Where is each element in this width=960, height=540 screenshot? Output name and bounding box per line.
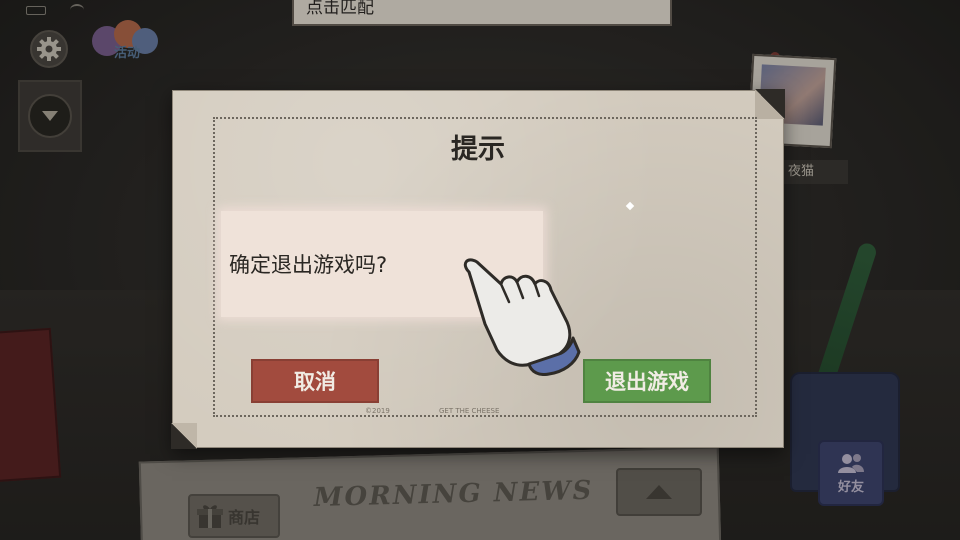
paper-corner-fold [171, 423, 197, 449]
cancel-button[interactable]: 取消 [251, 359, 379, 403]
pointing-hand-icon [463, 258, 581, 376]
dialog-message: 确定退出游戏吗? [229, 253, 388, 277]
exit-game-button[interactable]: 退出游戏 [583, 359, 711, 403]
dialog-title: 提示 [451, 134, 505, 165]
copyright-text: ©2019 [365, 407, 390, 415]
paper-corner-fold [755, 89, 785, 119]
footer-slogan: GET THE CHEESE [439, 407, 500, 415]
